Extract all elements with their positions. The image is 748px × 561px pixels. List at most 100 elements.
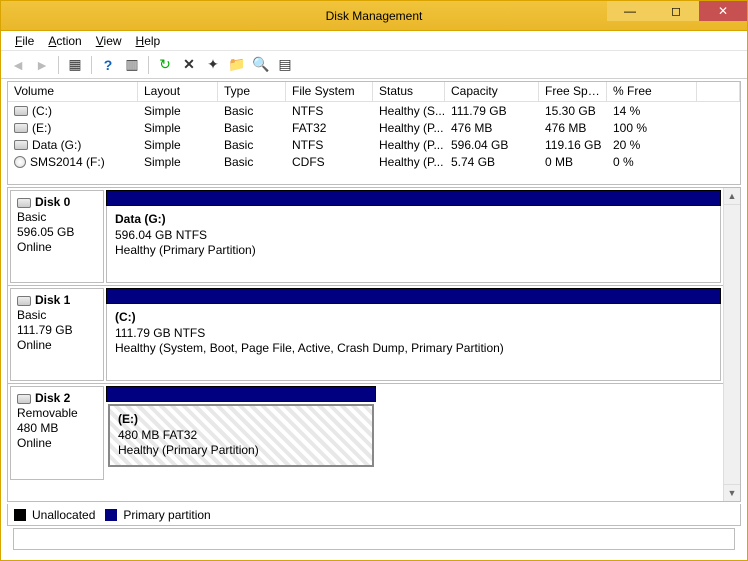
volume-fs: FAT32 <box>286 119 373 136</box>
col-free-space[interactable]: Free Spa... <box>539 82 607 101</box>
disk-size: 480 MB <box>17 421 97 436</box>
volume-capacity: 596.04 GB <box>445 136 539 153</box>
disk-info[interactable]: Disk 0Basic596.05 GBOnline <box>10 190 104 283</box>
disk-size: 596.05 GB <box>17 225 97 240</box>
disk-icon <box>14 106 28 116</box>
legend-swatch-primary <box>105 509 117 521</box>
volume-name: SMS2014 (F:) <box>30 155 105 169</box>
disk-kind: Basic <box>17 308 97 323</box>
menu-view[interactable]: View <box>90 32 128 50</box>
volume-row[interactable]: SMS2014 (F:)SimpleBasicCDFSHealthy (P...… <box>8 153 740 170</box>
partition-status: Healthy (Primary Partition) <box>118 443 364 459</box>
volume-row[interactable]: Data (G:)SimpleBasicNTFSHealthy (P...596… <box>8 136 740 153</box>
disk-icon <box>17 394 31 404</box>
partition-size-fs: 111.79 GB NTFS <box>115 326 712 342</box>
volume-list-body: (C:)SimpleBasicNTFSHealthy (S...111.79 G… <box>8 102 740 170</box>
disk-state: Online <box>17 240 97 255</box>
volume-layout: Simple <box>138 136 218 153</box>
menu-file[interactable]: File <box>9 32 40 50</box>
volume-free: 15.30 GB <box>539 102 607 119</box>
delete-icon[interactable]: ✕ <box>178 54 200 76</box>
partition-size-fs: 480 MB FAT32 <box>118 428 364 444</box>
search-icon[interactable]: 🔍 <box>250 54 272 76</box>
disk-icon <box>17 198 31 208</box>
scroll-down-icon[interactable]: ▼ <box>724 484 740 501</box>
partition-size-fs: 596.04 GB NTFS <box>115 228 712 244</box>
rescan-disks-icon[interactable]: ▤ <box>274 54 296 76</box>
titlebar[interactable]: Disk Management — ◻ ✕ <box>1 1 747 31</box>
disk-management-window: Disk Management — ◻ ✕ File Action View H… <box>0 0 748 561</box>
disk-state: Online <box>17 338 97 353</box>
volume-layout: Simple <box>138 153 218 170</box>
col-pct-free[interactable]: % Free <box>607 82 697 101</box>
disk-state: Online <box>17 436 97 451</box>
disk-kind: Removable <box>17 406 97 421</box>
menu-help[interactable]: Help <box>130 32 167 50</box>
menubar: File Action View Help <box>1 31 747 51</box>
legend: Unallocated Primary partition <box>7 504 741 526</box>
help-icon[interactable]: ? <box>97 54 119 76</box>
volume-list: Volume Layout Type File System Status Ca… <box>7 81 741 185</box>
col-volume[interactable]: Volume <box>8 82 138 101</box>
properties-icon[interactable]: ✦ <box>202 54 224 76</box>
toolbar: ◄ ► ▦ ? ▥ ↻ ✕ ✦ 📁 🔍 ▤ <box>1 51 747 79</box>
disk-icon <box>14 140 28 150</box>
partition-bar <box>106 288 721 304</box>
volume-type: Basic <box>218 102 286 119</box>
col-filesystem[interactable]: File System <box>286 82 373 101</box>
volume-free: 0 MB <box>539 153 607 170</box>
menu-action[interactable]: Action <box>42 32 87 50</box>
content-area: Volume Layout Type File System Status Ca… <box>1 79 747 560</box>
show-hide-console-tree-icon[interactable]: ▦ <box>64 54 86 76</box>
partition-box[interactable]: (C:)111.79 GB NTFSHealthy (System, Boot,… <box>106 304 721 381</box>
volume-fs: NTFS <box>286 136 373 153</box>
disk-info[interactable]: Disk 2Removable480 MBOnline <box>10 386 104 480</box>
volume-type: Basic <box>218 153 286 170</box>
partition-bar <box>106 190 721 206</box>
volume-type: Basic <box>218 119 286 136</box>
disk-info[interactable]: Disk 1Basic111.79 GBOnline <box>10 288 104 381</box>
legend-swatch-unallocated <box>14 509 26 521</box>
volume-status: Healthy (P... <box>373 153 445 170</box>
refresh-icon[interactable]: ↻ <box>154 54 176 76</box>
volume-name: Data (G:) <box>32 138 81 152</box>
scroll-up-icon[interactable]: ▲ <box>724 188 740 205</box>
partition-status: Healthy (Primary Partition) <box>115 243 712 259</box>
window-controls: — ◻ ✕ <box>607 1 747 21</box>
settings-pane-icon[interactable]: ▥ <box>121 54 143 76</box>
statusbar <box>13 528 735 550</box>
open-folder-icon[interactable]: 📁 <box>226 54 248 76</box>
partition-box[interactable]: (E:)480 MB FAT32Healthy (Primary Partiti… <box>108 404 374 467</box>
col-type[interactable]: Type <box>218 82 286 101</box>
disk-row: Disk 2Removable480 MBOnline(E:)480 MB FA… <box>8 384 723 482</box>
forward-button[interactable]: ► <box>31 54 53 76</box>
col-status[interactable]: Status <box>373 82 445 101</box>
vertical-scrollbar[interactable]: ▲ ▼ <box>723 188 740 501</box>
partition-status: Healthy (System, Boot, Page File, Active… <box>115 341 712 357</box>
disk-icon <box>14 123 28 133</box>
close-button[interactable]: ✕ <box>699 1 747 21</box>
partition-title: (C:) <box>115 310 712 326</box>
volume-row[interactable]: (C:)SimpleBasicNTFSHealthy (S...111.79 G… <box>8 102 740 119</box>
disk-kind: Basic <box>17 210 97 225</box>
volume-name: (C:) <box>32 104 52 118</box>
toolbar-sep <box>148 56 149 74</box>
col-layout[interactable]: Layout <box>138 82 218 101</box>
back-button[interactable]: ◄ <box>7 54 29 76</box>
volume-capacity: 5.74 GB <box>445 153 539 170</box>
toolbar-sep <box>58 56 59 74</box>
disk-volume-wrap: (E:)480 MB FAT32Healthy (Primary Partiti… <box>106 386 721 480</box>
volume-pct: 0 % <box>607 153 697 170</box>
volume-fs: NTFS <box>286 102 373 119</box>
volume-row[interactable]: (E:)SimpleBasicFAT32Healthy (P...476 MB4… <box>8 119 740 136</box>
disk-name: Disk 1 <box>35 293 70 308</box>
partition-box[interactable]: Data (G:)596.04 GB NTFSHealthy (Primary … <box>106 206 721 283</box>
volume-status: Healthy (P... <box>373 119 445 136</box>
volume-status: Healthy (P... <box>373 136 445 153</box>
minimize-button[interactable]: — <box>607 1 653 21</box>
disk-graphical-view: Disk 0Basic596.05 GBOnlineData (G:)596.0… <box>7 187 741 502</box>
volume-list-header: Volume Layout Type File System Status Ca… <box>8 82 740 102</box>
volume-pct: 20 % <box>607 136 697 153</box>
col-capacity[interactable]: Capacity <box>445 82 539 101</box>
maximize-button[interactable]: ◻ <box>653 1 699 21</box>
